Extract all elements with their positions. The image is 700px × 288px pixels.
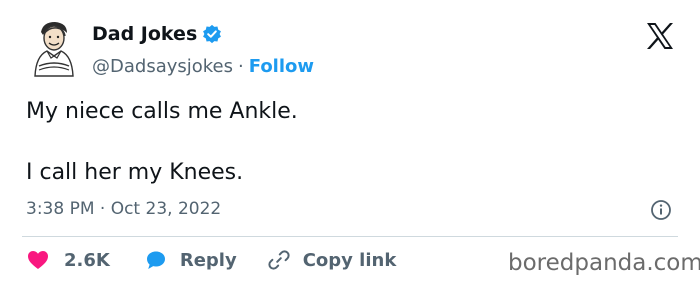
tweet-line-1: My niece calls me Ankle. [26,99,298,124]
display-name[interactable]: Dad Jokes [92,23,197,45]
watermark: boredpanda.com [508,250,700,276]
separator-dot: · [238,56,244,77]
tweet-line-2: I call her my Knees. [26,160,244,185]
tweet-author: Dad Jokes @Dadsaysjokes · Follow [92,20,314,77]
handle-row: @Dadsaysjokes · Follow [92,56,314,77]
name-row: Dad Jokes [92,20,314,48]
tweet-timestamp[interactable]: 3:38 PM · Oct 23, 2022 [26,199,221,219]
reply-button[interactable]: Reply [144,248,237,272]
copy-link-button[interactable]: Copy link [267,248,397,272]
heart-icon [28,251,48,269]
avatar[interactable] [27,18,79,78]
info-icon[interactable] [650,199,672,221]
divider [22,236,678,237]
reply-label: Reply [179,249,237,271]
user-handle[interactable]: @Dadsaysjokes [92,56,233,77]
copy-link-label: Copy link [302,249,397,271]
tweet-actions: 2.6K Reply Copy link [26,247,396,273]
tweet-text: My niece calls me Ankle. I call her my K… [26,97,298,188]
follow-button[interactable]: Follow [249,56,314,77]
reply-bubble-icon [146,251,165,269]
like-button[interactable]: 2.6K [26,248,110,272]
x-logo-icon[interactable] [645,22,675,50]
like-count: 2.6K [64,249,110,271]
verified-badge-icon [202,24,222,44]
link-icon [268,250,290,270]
